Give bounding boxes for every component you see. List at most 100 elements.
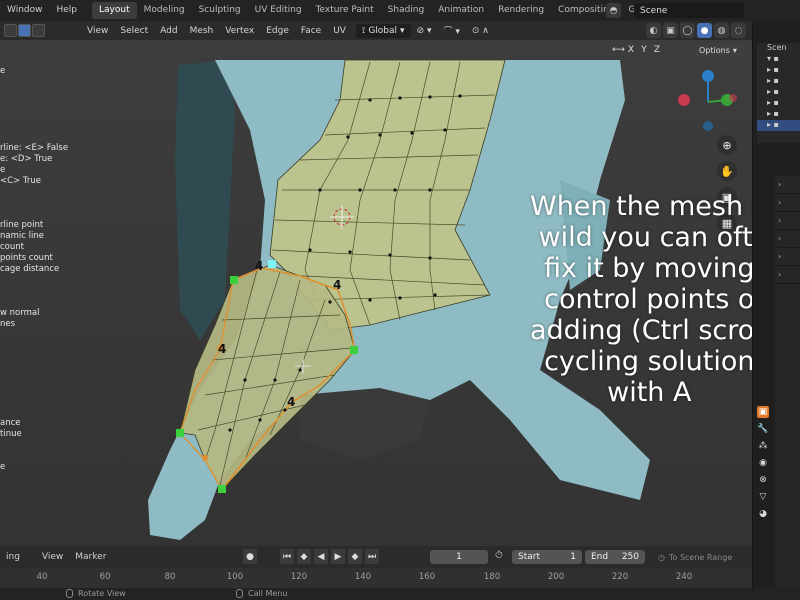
- outliner-row[interactable]: ▾ ▪: [757, 54, 800, 65]
- properties-row[interactable]: ›: [775, 212, 800, 230]
- overlay-icon[interactable]: ◐: [646, 23, 661, 38]
- outliner-row[interactable]: ▸ ▪: [757, 109, 800, 120]
- menu-add[interactable]: Add: [154, 26, 183, 36]
- axis-x-toggle[interactable]: X: [625, 44, 637, 56]
- control-point[interactable]: [230, 276, 238, 284]
- panel-line[interactable]: tinue: [0, 429, 68, 440]
- panel-line[interactable]: count: [0, 242, 68, 253]
- menu-marker[interactable]: Marker: [69, 552, 112, 562]
- control-point[interactable]: [350, 346, 358, 354]
- face-select-icon[interactable]: [32, 24, 45, 37]
- jump-keyframe-forward-icon[interactable]: ◆: [348, 549, 362, 564]
- operator-panel: e rline: <E> False e: <D> True e <C> Tru…: [0, 66, 68, 473]
- axis-z-toggle[interactable]: Z: [651, 44, 663, 56]
- vertex-select-icon[interactable]: [4, 24, 17, 37]
- tab-sculpting[interactable]: Sculpting: [192, 2, 248, 19]
- play-reverse-icon[interactable]: ◀: [314, 549, 328, 564]
- physics-icon[interactable]: ◉: [757, 457, 769, 469]
- end-frame-field[interactable]: End 250: [585, 550, 645, 564]
- properties-row[interactable]: ›: [775, 230, 800, 248]
- data-icon[interactable]: ▽: [757, 491, 769, 503]
- record-icon[interactable]: ●: [243, 549, 257, 564]
- panel-line[interactable]: e: [0, 462, 68, 473]
- control-handle[interactable]: [202, 455, 208, 461]
- current-frame-field[interactable]: 1: [430, 550, 488, 564]
- panel-line[interactable]: w normal: [0, 308, 68, 319]
- xray-icon[interactable]: ▣: [663, 23, 678, 38]
- menu-view[interactable]: View: [36, 552, 69, 562]
- material-shading-icon[interactable]: ◍: [714, 23, 729, 38]
- panel-line[interactable]: rline point: [0, 220, 68, 231]
- properties-row[interactable]: ›: [775, 266, 800, 284]
- mirror-icon[interactable]: ⟷: [612, 44, 625, 56]
- properties-row[interactable]: ›: [775, 176, 800, 194]
- transform-orientation-dropdown[interactable]: ⟟ Global ▾: [355, 23, 411, 38]
- timeline-ruler[interactable]: 40 60 80 100 120 140 160 180 200 220 240: [0, 568, 752, 588]
- tab-uv-editing[interactable]: UV Editing: [248, 2, 309, 19]
- material-icon[interactable]: ◕: [757, 508, 769, 520]
- panel-line[interactable]: namic line: [0, 231, 68, 242]
- scene-selector[interactable]: Scene: [634, 3, 744, 18]
- panel-line[interactable]: e: [0, 165, 68, 176]
- wrench-icon[interactable]: 🔧: [757, 423, 769, 435]
- tool-tab-icon[interactable]: ▣: [757, 406, 769, 418]
- menu-view[interactable]: View: [81, 26, 114, 36]
- menu-playback[interactable]: ing: [0, 552, 26, 562]
- jump-keyframe-back-icon[interactable]: ◆: [297, 549, 311, 564]
- properties-row[interactable]: ›: [775, 194, 800, 212]
- jump-start-icon[interactable]: ⏮: [280, 549, 294, 564]
- options-button[interactable]: Options ▾: [694, 44, 746, 57]
- control-point-active[interactable]: [268, 260, 276, 268]
- tab-animation[interactable]: Animation: [431, 2, 491, 19]
- menu-help[interactable]: Help: [50, 0, 85, 21]
- pivot-icon[interactable]: ⊘ ▾: [411, 26, 438, 36]
- proportional-edit-icon[interactable]: ⊙ ∧: [466, 26, 495, 36]
- panel-line[interactable]: cage distance: [0, 264, 68, 275]
- tab-layout[interactable]: Layout: [92, 2, 137, 19]
- stopwatch-icon[interactable]: ⏱: [495, 550, 503, 561]
- panel-line[interactable]: ance: [0, 418, 68, 429]
- edge-select-icon[interactable]: [18, 24, 31, 37]
- panel-line[interactable]: nes: [0, 319, 68, 330]
- pan-hand-icon[interactable]: ✋: [717, 161, 737, 181]
- start-frame-field[interactable]: Start 1: [512, 550, 582, 564]
- outliner-row[interactable]: ▸ ▪: [757, 87, 800, 98]
- 3d-viewport[interactable]: 4 4 4 4 ⟷ X Y Z Options ▾ ⊕ ✋ ▣ ▦ e rlin…: [0, 40, 752, 546]
- panel-line[interactable]: points count: [0, 253, 68, 264]
- snap-icon[interactable]: ⌒ ▾: [438, 24, 466, 37]
- tab-rendering[interactable]: Rendering: [491, 2, 551, 19]
- properties-row[interactable]: ›: [775, 248, 800, 266]
- tab-texture-paint[interactable]: Texture Paint: [309, 2, 381, 19]
- to-scene-range-button[interactable]: ◷ To Scene Range: [658, 550, 744, 564]
- zoom-icon[interactable]: ⊕: [717, 135, 737, 155]
- axis-y-toggle[interactable]: Y: [638, 44, 650, 56]
- panel-line[interactable]: rline: <E> False: [0, 143, 68, 154]
- menu-mesh[interactable]: Mesh: [184, 26, 220, 36]
- play-icon[interactable]: ▶: [331, 549, 345, 564]
- outliner-row[interactable]: ▸ ▪: [757, 98, 800, 109]
- tab-modeling[interactable]: Modeling: [137, 2, 192, 19]
- menu-window[interactable]: Window: [0, 0, 50, 21]
- menu-select[interactable]: Select: [114, 26, 154, 36]
- panel-line[interactable]: e: <D> True: [0, 154, 68, 165]
- scene-icon[interactable]: ◓: [606, 3, 621, 18]
- solid-shading-icon[interactable]: ●: [697, 23, 712, 38]
- jump-end-icon[interactable]: ⏭: [365, 549, 379, 564]
- panel-line[interactable]: <C> True: [0, 176, 68, 187]
- control-point[interactable]: [218, 485, 226, 493]
- constraints-icon[interactable]: ⊗: [757, 474, 769, 486]
- outliner[interactable]: Scen ▾ ▪ ▸ ▪ ▸ ▪ ▸ ▪ ▸ ▪ ▸ ▪ ▸ ▪: [757, 43, 800, 143]
- render-shading-icon[interactable]: ◌: [731, 23, 746, 38]
- menu-uv[interactable]: UV: [327, 26, 352, 36]
- particles-icon[interactable]: ⁂: [757, 440, 769, 452]
- outliner-row[interactable]: Scen: [757, 43, 800, 54]
- menu-face[interactable]: Face: [295, 26, 327, 36]
- control-point[interactable]: [176, 429, 184, 437]
- outliner-row[interactable]: ▸ ▪: [757, 65, 800, 76]
- wireframe-shading-icon[interactable]: ◯: [680, 23, 695, 38]
- tab-shading[interactable]: Shading: [381, 2, 432, 19]
- outliner-row[interactable]: ▸ ▪: [757, 76, 800, 87]
- menu-vertex[interactable]: Vertex: [219, 26, 260, 36]
- menu-edge[interactable]: Edge: [260, 26, 295, 36]
- outliner-row-selected[interactable]: ▸ ▪: [757, 120, 800, 131]
